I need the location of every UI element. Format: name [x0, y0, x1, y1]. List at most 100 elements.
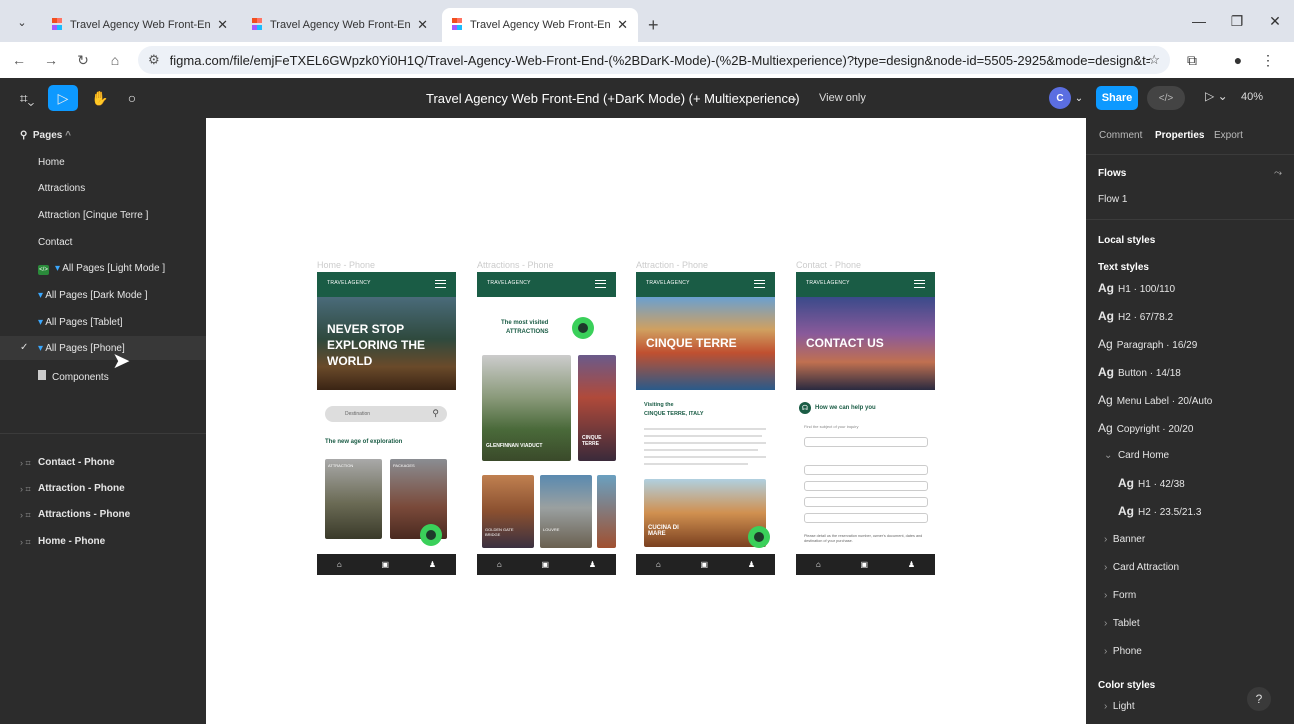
hand-tool-icon[interactable]: ✋: [88, 85, 112, 111]
chevron-up-icon[interactable]: ^: [65, 130, 71, 141]
style-card-h1[interactable]: Ag H1 · 42/38: [1118, 476, 1185, 490]
frame-label-contact[interactable]: Contact - Phone: [796, 260, 861, 270]
restore-icon[interactable]: ❐: [1218, 0, 1256, 42]
paragraph-line: [644, 428, 766, 430]
close-window-icon[interactable]: ✕: [1256, 0, 1294, 42]
tab-export[interactable]: Export: [1214, 130, 1243, 141]
style-paragraph[interactable]: Ag Paragraph · 16/29: [1098, 337, 1197, 351]
page-item-dark[interactable]: ▾ All Pages [Dark Mode ]: [38, 290, 148, 301]
glenfinnan-card-image: GLENFINNAN VIADUCT: [482, 355, 571, 461]
forward-icon[interactable]: →: [38, 47, 64, 73]
move-tool-icon[interactable]: ▷: [48, 85, 78, 111]
flow-item[interactable]: Flow 1: [1098, 194, 1127, 205]
page-item-home[interactable]: Home: [38, 157, 65, 168]
group-phone[interactable]: › Phone: [1104, 646, 1142, 657]
tab-title: Travel Agency Web Front-End -: [70, 19, 212, 31]
bookmark-star-icon[interactable]: ☆: [1148, 52, 1160, 68]
home-icon: ⌂: [815, 560, 821, 569]
extensions-icon[interactable]: ⧉: [1180, 48, 1204, 72]
frame-label-attractions[interactable]: Attractions - Phone: [477, 260, 554, 270]
reload-icon[interactable]: ↻: [70, 47, 96, 73]
user-icon: ♟: [907, 560, 916, 569]
frame-label-home[interactable]: Home - Phone: [317, 260, 375, 270]
new-tab-icon[interactable]: +: [648, 8, 659, 42]
search-icon[interactable]: ⚲: [20, 130, 27, 141]
calendar-icon: ▣: [541, 560, 550, 569]
style-card-h2[interactable]: Ag H2 · 23.5/21.3: [1118, 504, 1201, 518]
group-light[interactable]: › Light: [1104, 701, 1135, 712]
tab-search-chevron-icon[interactable]: ⌄: [12, 12, 32, 32]
close-tab-icon[interactable]: ✕: [617, 17, 628, 33]
home-icon[interactable]: ⌂: [102, 47, 128, 73]
dev-badge-icon: </>: [38, 265, 49, 275]
page-item-attractions[interactable]: Attractions: [38, 183, 85, 194]
layer-contact-phone[interactable]: Contact - Phone: [38, 457, 115, 468]
style-menu-label[interactable]: Ag Menu Label · 20/Auto: [1098, 393, 1212, 407]
layer-home-phone[interactable]: Home - Phone: [38, 536, 105, 547]
logo: TRAVELAGENCY: [487, 280, 531, 286]
zoom-level[interactable]: 40%: [1241, 91, 1263, 103]
hero-image: CONTACT US: [796, 297, 935, 390]
style-h1[interactable]: Ag H1 · 100/110: [1098, 281, 1175, 295]
frame-attraction-phone[interactable]: TRAVELAGENCY CINQUE TERRE Visiting the C…: [636, 272, 775, 575]
style-button[interactable]: Ag Button · 14/18: [1098, 365, 1181, 379]
present-icon[interactable]: ▷ ⌄: [1205, 89, 1228, 103]
layer-attraction-phone[interactable]: Attraction - Phone: [38, 483, 125, 494]
tab-properties[interactable]: Properties: [1155, 130, 1204, 141]
file-title[interactable]: Travel Agency Web Front-End (+DarK Mode)…: [426, 91, 800, 106]
flow-icon[interactable]: ⤳: [1274, 168, 1282, 179]
logo: TRAVELAGENCY: [806, 280, 850, 286]
group-tablet[interactable]: › Tablet: [1104, 618, 1140, 629]
divider: [1086, 219, 1294, 220]
design-canvas[interactable]: Home - Phone TRAVELAGENCY NEVER STOP EXP…: [206, 118, 1086, 724]
browser-menu-icon[interactable]: ⋮: [1256, 48, 1280, 72]
browser-tab-3-active[interactable]: Travel Agency Web Front-End ( ✕: [442, 8, 638, 42]
group-form[interactable]: › Form: [1104, 590, 1136, 601]
site-info-icon[interactable]: ⚙: [148, 52, 160, 68]
color-styles-header: Color styles: [1098, 680, 1156, 691]
group-card-attraction[interactable]: › Card Attraction: [1104, 562, 1179, 573]
group-card-home[interactable]: ⌄ Card Home: [1104, 450, 1169, 461]
close-tab-icon[interactable]: ✕: [417, 17, 428, 33]
comment-tool-icon[interactable]: ○: [120, 85, 144, 111]
search-placeholder: Destination: [345, 411, 371, 417]
share-button[interactable]: Share: [1096, 86, 1138, 110]
browser-tab-2[interactable]: Travel Agency Web Front-End ( ✕: [242, 8, 438, 42]
page-item-light[interactable]: </> ▾ All Pages [Light Mode ]: [38, 263, 165, 275]
avatar[interactable]: C: [1049, 87, 1071, 109]
layer-attractions-phone[interactable]: Attractions - Phone: [38, 509, 130, 520]
page-item-components[interactable]: Components: [38, 370, 109, 383]
drop-icon: ▾: [55, 263, 61, 274]
url-field[interactable]: ⚙ figma.com/file/emjFeTXEL6GWpzk0Yi0H1Q/…: [138, 46, 1170, 74]
group-banner[interactable]: › Banner: [1104, 534, 1145, 545]
style-h2[interactable]: Ag H2 · 67/78.2: [1098, 309, 1173, 323]
page-item-contact[interactable]: Contact: [38, 237, 72, 248]
home-icon: ⌂: [655, 560, 661, 569]
figma-main-menu-icon[interactable]: ⌗⌄: [14, 85, 40, 111]
style-copyright[interactable]: Ag Copyright · 20/20: [1098, 421, 1193, 435]
help-icon[interactable]: ?: [1247, 687, 1271, 711]
dev-mode-toggle-icon[interactable]: </>: [1147, 86, 1185, 110]
frame-home-phone[interactable]: TRAVELAGENCY NEVER STOP EXPLORING THE WO…: [317, 272, 456, 575]
close-tab-icon[interactable]: ✕: [217, 17, 228, 33]
avatar-chevron-icon[interactable]: ⌄: [1073, 85, 1085, 111]
frame-label-attraction[interactable]: Attraction - Phone: [636, 260, 708, 270]
user-icon: ♟: [588, 560, 597, 569]
frame-attractions-phone[interactable]: TRAVELAGENCY The most visited ATTRACTION…: [477, 272, 616, 575]
page-item-tablet[interactable]: ▾ All Pages [Tablet]: [38, 317, 123, 328]
profile-icon[interactable]: ●: [1226, 48, 1250, 72]
page-item-attraction[interactable]: Attraction [Cinque Terre ]: [38, 210, 148, 221]
user-icon: ♟: [428, 560, 437, 569]
check-icon: ✓: [20, 342, 29, 353]
chevron-down-icon: ⌄: [1104, 450, 1113, 461]
tab-comment[interactable]: Comment: [1099, 130, 1142, 141]
flows-header: Flows: [1098, 168, 1127, 179]
pages-header[interactable]: ⚲ Pages ^: [20, 130, 71, 141]
browser-tab-1[interactable]: Travel Agency Web Front-End - ✕: [42, 8, 238, 42]
components-icon: [38, 370, 46, 380]
frame-contact-phone[interactable]: TRAVELAGENCY CONTACT US ☊ How we can hel…: [796, 272, 935, 575]
chevron-right-icon: ›: [1104, 534, 1108, 545]
minimize-icon[interactable]: —: [1180, 0, 1218, 42]
file-title-chevron-icon[interactable]: ⌄: [786, 85, 802, 111]
back-icon[interactable]: ←: [6, 47, 32, 73]
